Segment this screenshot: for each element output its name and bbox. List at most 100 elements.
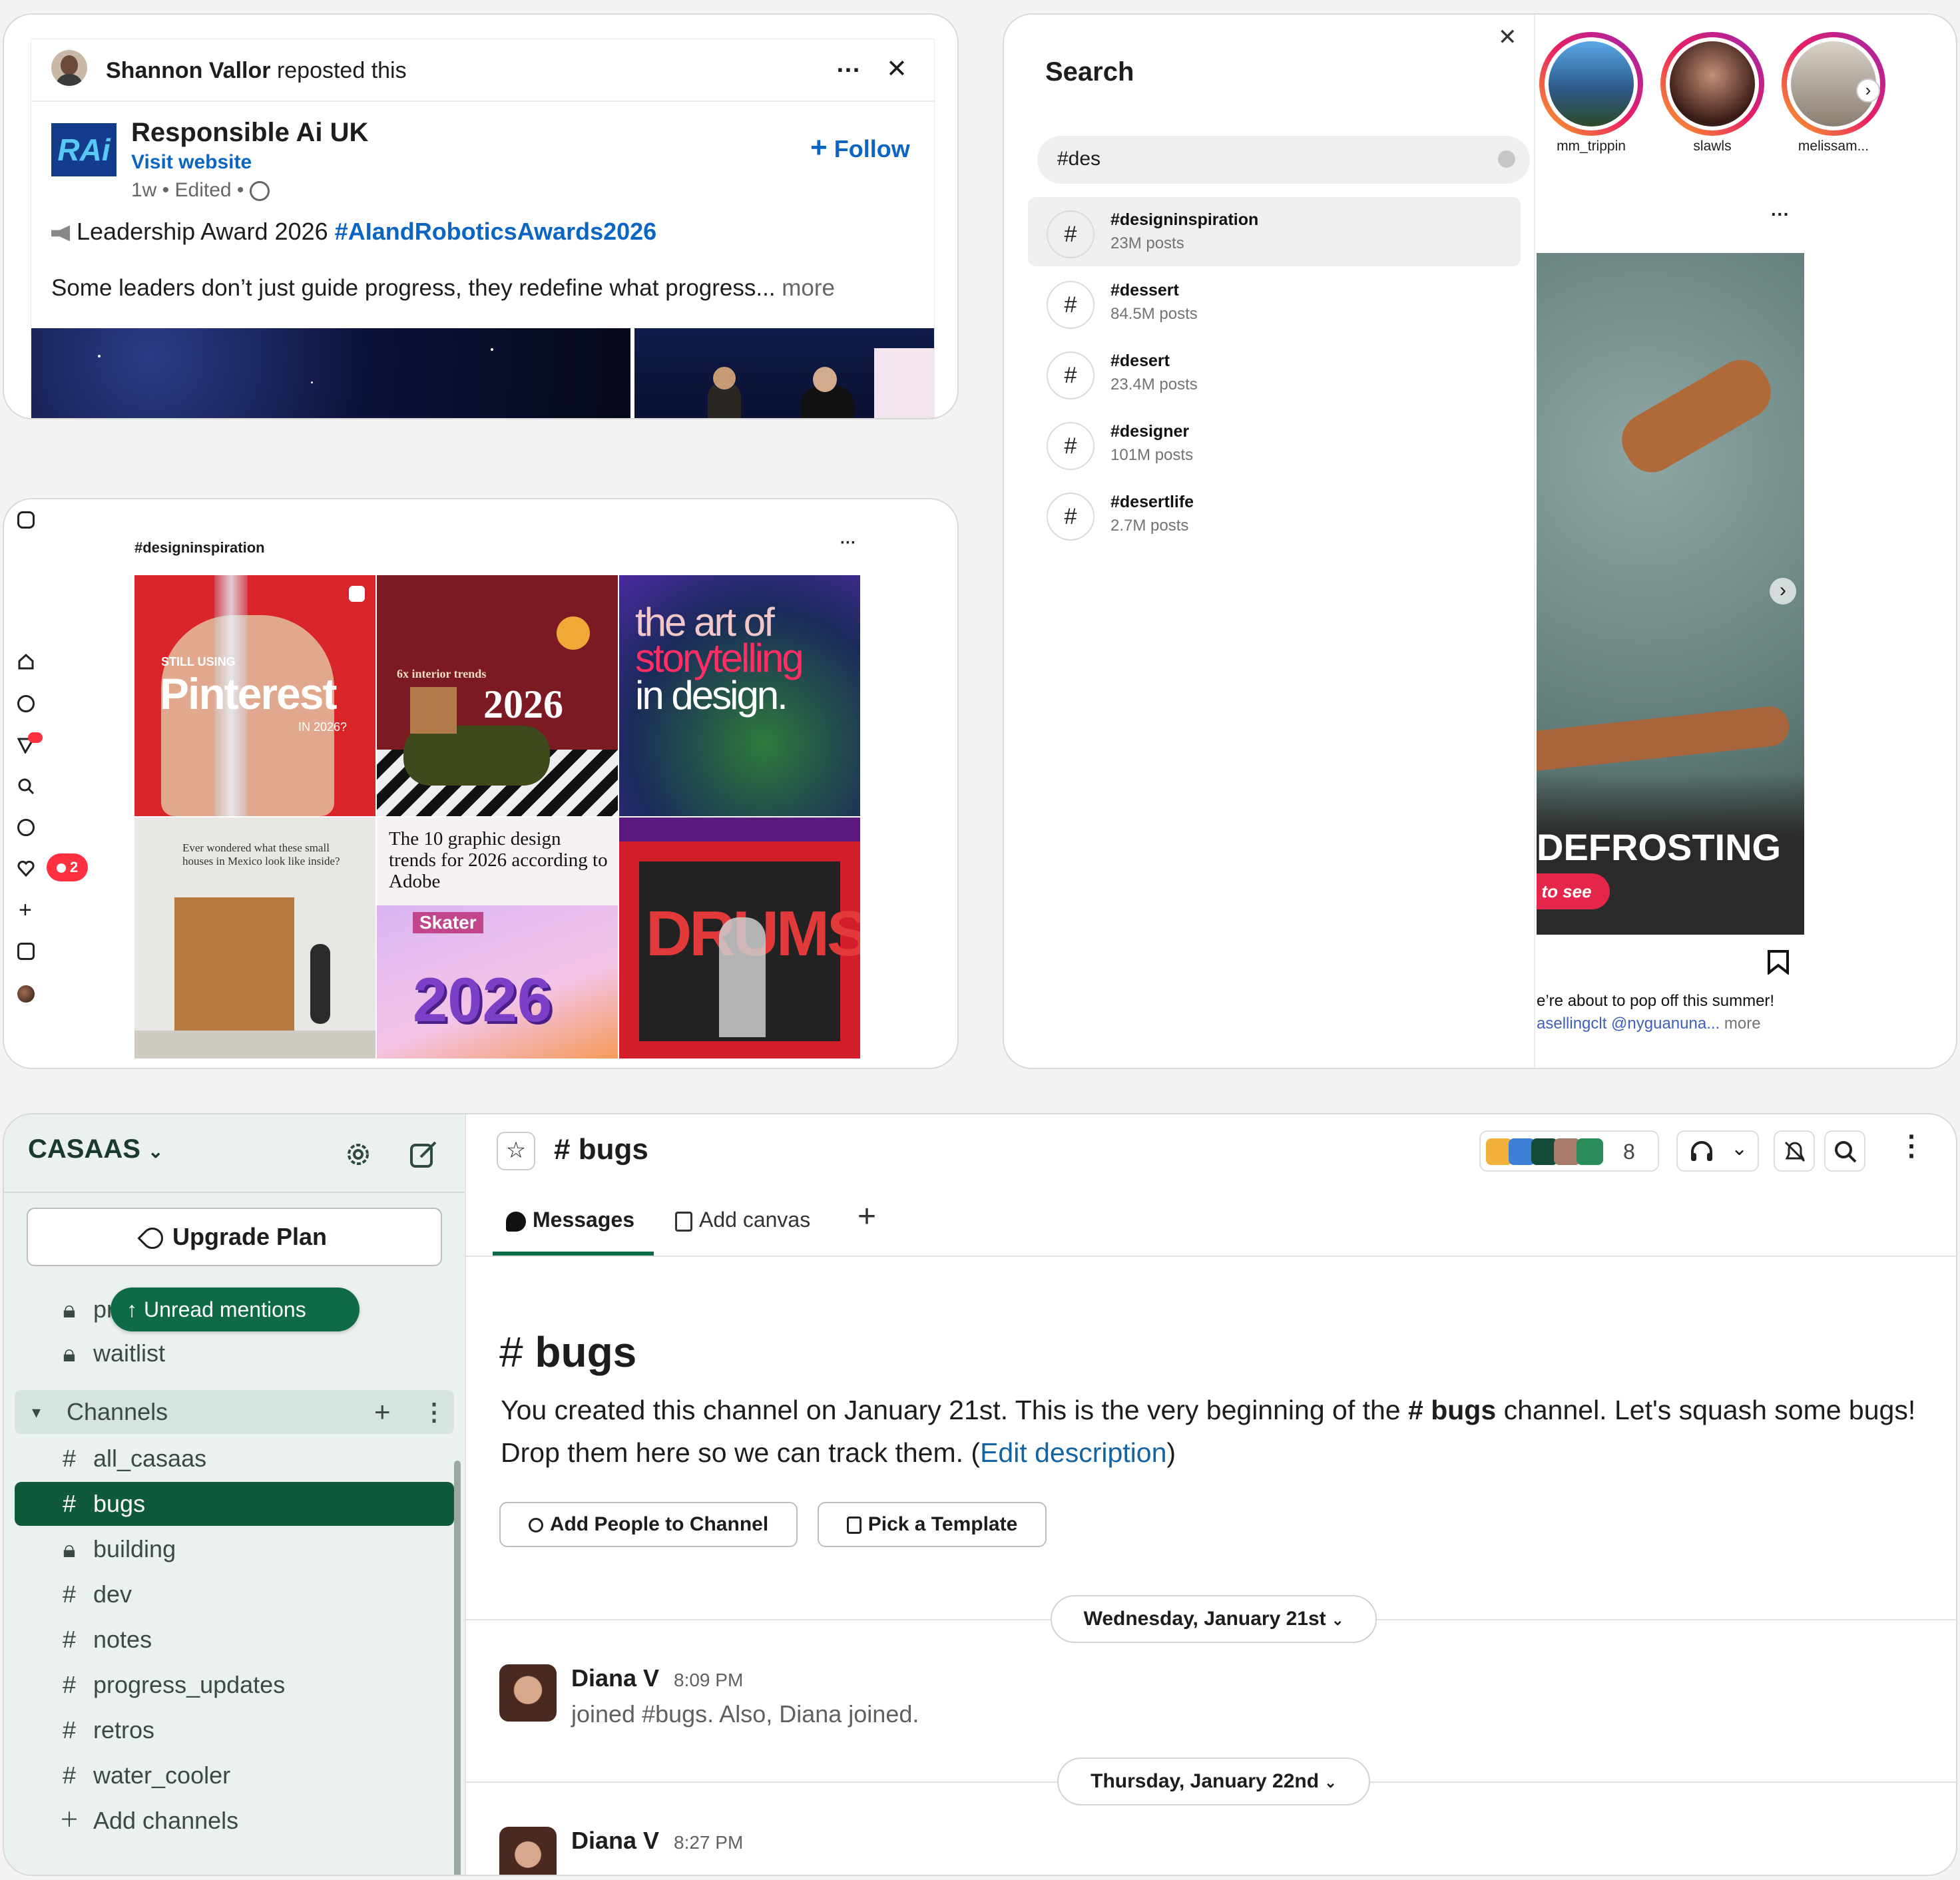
grid-tile-drums[interactable]: DRUMSP bbox=[619, 818, 860, 1058]
reposter-name[interactable]: Shannon Vallor bbox=[106, 58, 270, 83]
next-media-icon[interactable]: › bbox=[1770, 578, 1796, 604]
search-input[interactable]: #des bbox=[1037, 136, 1530, 184]
sidebar-item-water-cooler[interactable]: # water_cooler bbox=[15, 1754, 454, 1797]
hand-shape bbox=[1612, 350, 1781, 482]
home-icon[interactable] bbox=[17, 654, 35, 670]
org-logo[interactable]: RAi bbox=[51, 123, 117, 176]
hash-icon: # bbox=[62, 1762, 77, 1789]
avatar[interactable] bbox=[499, 1664, 557, 1722]
add-tab-icon[interactable]: + bbox=[858, 1198, 876, 1235]
more-link[interactable]: more bbox=[782, 275, 835, 301]
post-image-award[interactable] bbox=[634, 328, 934, 418]
intro-channel[interactable]: # bugs bbox=[1408, 1395, 1496, 1425]
more-vertical-icon[interactable]: ⋮ bbox=[422, 1390, 446, 1434]
tab-add-canvas[interactable]: Add canvas bbox=[675, 1208, 810, 1232]
message-author[interactable]: Diana V bbox=[571, 1664, 659, 1692]
huddle-button[interactable]: ⌄ bbox=[1676, 1130, 1759, 1172]
clear-icon[interactable] bbox=[1498, 150, 1515, 168]
sidebar-scrollbar[interactable] bbox=[454, 1461, 461, 1875]
story-username[interactable]: mm_trippin bbox=[1551, 138, 1631, 154]
story-username[interactable]: slawls bbox=[1672, 138, 1752, 154]
date-divider-pill[interactable]: Thursday, January 22nd ⌄ bbox=[1057, 1758, 1370, 1805]
follow-button[interactable]: + Follow bbox=[810, 131, 910, 164]
hashtag-icon: # bbox=[1047, 493, 1095, 541]
close-icon[interactable]: ✕ bbox=[1498, 24, 1517, 51]
notifications-button[interactable] bbox=[1774, 1130, 1815, 1172]
post-image-stage[interactable] bbox=[31, 328, 630, 418]
grid-tile-pinterest[interactable]: STILL USING Pinterest IN 2026? bbox=[134, 575, 375, 816]
next-stories-icon[interactable]: › bbox=[1856, 79, 1880, 103]
bookmark-icon[interactable] bbox=[1767, 949, 1790, 975]
grid-tile-storytelling[interactable]: the art of storytelling in design. bbox=[619, 575, 860, 816]
org-name[interactable]: Responsible Ai UK bbox=[131, 118, 368, 148]
message-author[interactable]: Diana V bbox=[571, 1827, 659, 1855]
reels-icon[interactable] bbox=[17, 695, 35, 712]
divider bbox=[4, 1192, 465, 1193]
result-tag: #designer bbox=[1110, 422, 1190, 441]
unread-mentions-button[interactable]: ↑ Unread mentions bbox=[111, 1288, 360, 1331]
explore-icon[interactable] bbox=[17, 819, 35, 836]
story-ring[interactable] bbox=[1660, 32, 1764, 136]
channel-title[interactable]: # bugs bbox=[554, 1133, 648, 1166]
reposter-avatar[interactable] bbox=[51, 50, 87, 86]
grid-tile-mexico-houses[interactable]: Ever wondered what these small houses in… bbox=[134, 818, 375, 1058]
search-result[interactable]: # #desert 23.4M posts bbox=[1028, 338, 1521, 407]
sidebar-item-add-channels[interactable]: ＋ Add channels bbox=[15, 1799, 454, 1843]
search-query[interactable]: #des bbox=[1057, 148, 1101, 170]
members-button[interactable]: 8 bbox=[1479, 1130, 1659, 1172]
heart-icon[interactable] bbox=[17, 860, 35, 877]
upgrade-plan-button[interactable]: Upgrade Plan bbox=[27, 1208, 442, 1266]
workspace-switcher[interactable]: CASAAS ⌄ bbox=[28, 1134, 164, 1164]
search-result[interactable]: # #dessert 84.5M posts bbox=[1028, 268, 1521, 337]
sidebar-item-all-casaas[interactable]: # all_casaas bbox=[15, 1437, 454, 1481]
channel-label: bugs bbox=[93, 1490, 146, 1517]
date-divider-pill[interactable]: Wednesday, January 21st ⌄ bbox=[1051, 1595, 1377, 1643]
sidebar-item-building[interactable]: 🔒︎ building bbox=[15, 1527, 454, 1571]
message-time[interactable]: 8:27 PM bbox=[674, 1832, 743, 1853]
sidebar-item-retros[interactable]: # retros bbox=[15, 1708, 454, 1752]
visit-website-link[interactable]: Visit website bbox=[131, 151, 252, 174]
add-people-button[interactable]: Add People to Channel bbox=[499, 1502, 798, 1547]
hash-icon: # bbox=[62, 1445, 77, 1472]
caption-more[interactable]: more bbox=[1724, 1015, 1761, 1033]
create-icon[interactable]: + bbox=[19, 899, 32, 921]
pick-template-button[interactable]: Pick a Template bbox=[818, 1502, 1047, 1547]
search-button[interactable] bbox=[1824, 1130, 1865, 1172]
sidebar-item-notes[interactable]: # notes bbox=[15, 1618, 454, 1662]
tab-messages[interactable]: Messages bbox=[506, 1208, 634, 1232]
search-result[interactable]: # #designer 101M posts bbox=[1028, 409, 1521, 478]
more-options-icon[interactable]: … bbox=[836, 50, 862, 79]
compose-icon[interactable] bbox=[409, 1140, 438, 1169]
instagram-icon[interactable] bbox=[17, 511, 35, 529]
options-icon[interactable]: ··· bbox=[840, 534, 856, 553]
sidebar-item-progress-updates[interactable]: # progress_updates bbox=[15, 1663, 454, 1707]
tile-caption: Ever wondered what these small houses in… bbox=[182, 841, 340, 867]
notification-badge[interactable]: 2 bbox=[47, 853, 88, 881]
gear-icon[interactable] bbox=[344, 1140, 373, 1169]
caption-mentions[interactable]: asellingclt @nyguanuna... bbox=[1537, 1015, 1720, 1033]
more-vertical-icon[interactable]: ⋮ bbox=[1897, 1129, 1925, 1162]
avatar[interactable] bbox=[499, 1827, 557, 1875]
close-icon[interactable]: ✕ bbox=[886, 54, 907, 84]
insights-icon[interactable] bbox=[17, 943, 35, 960]
channels-section-header[interactable]: ▾ Channels + ⋮ bbox=[15, 1390, 454, 1434]
post-cta[interactable]: to see bbox=[1537, 873, 1610, 909]
story-ring[interactable] bbox=[1539, 32, 1643, 136]
search-icon[interactable] bbox=[17, 778, 35, 795]
grid-tile-adobe-trends[interactable]: The 10 graphic design trends for 2026 ac… bbox=[377, 818, 618, 1058]
post-media[interactable]: DEFROSTING to see › bbox=[1537, 253, 1804, 935]
star-icon[interactable]: ☆ bbox=[497, 1132, 535, 1170]
story-username[interactable]: melissam... bbox=[1794, 138, 1873, 154]
post-options-icon[interactable]: ··· bbox=[1771, 204, 1790, 225]
sidebar-item-dev[interactable]: # dev bbox=[15, 1572, 454, 1616]
award-hashtag[interactable]: #AIandRoboticsAwards2026 bbox=[335, 218, 657, 245]
grid-tile-interior[interactable]: 6x interior trends 2026 bbox=[377, 575, 618, 816]
search-result[interactable]: # #desertlife 2.7M posts bbox=[1028, 479, 1521, 549]
edit-description-link[interactable]: Edit description bbox=[980, 1437, 1166, 1468]
profile-avatar[interactable] bbox=[17, 985, 35, 1003]
sidebar-item-bugs[interactable]: # bugs bbox=[15, 1482, 454, 1526]
message-time[interactable]: 8:09 PM bbox=[674, 1670, 743, 1691]
sidebar-item-waitlist[interactable]: 🔒︎ waitlist bbox=[15, 1331, 454, 1375]
add-icon[interactable]: + bbox=[374, 1390, 391, 1434]
search-result[interactable]: # #designinspiration 23M posts bbox=[1028, 197, 1521, 266]
